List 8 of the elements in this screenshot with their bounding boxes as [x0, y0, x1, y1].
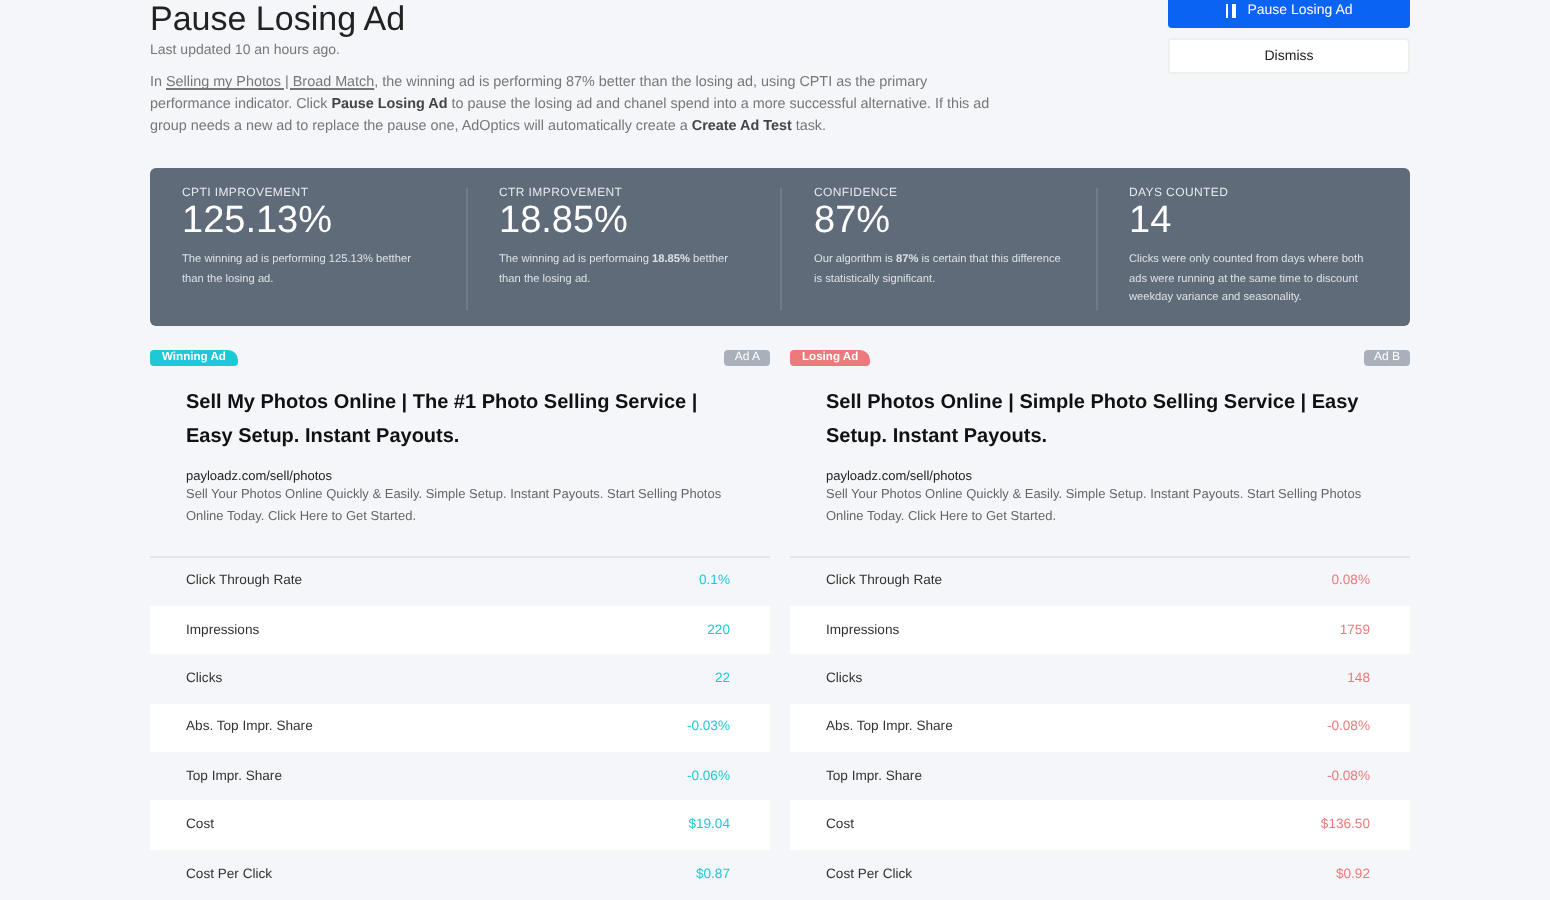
ad-headline: Sell My Photos Online | The #1 Photo Selling Service | Easy Setup. Instant Payouts.	[186, 389, 700, 451]
pause-icon	[1225, 3, 1236, 17]
stat-value: 87%	[814, 200, 893, 244]
ad-headline: Sell Photos Online | Simple Photo Selling Service | Easy Setup. Instant Payouts.	[826, 389, 1361, 451]
stat-value: 18.85%	[499, 200, 630, 244]
stat-value: 14	[1129, 200, 1174, 244]
stat-value: 125.13%	[182, 200, 335, 244]
page-title: Pause Losing Ad	[150, 0, 408, 40]
